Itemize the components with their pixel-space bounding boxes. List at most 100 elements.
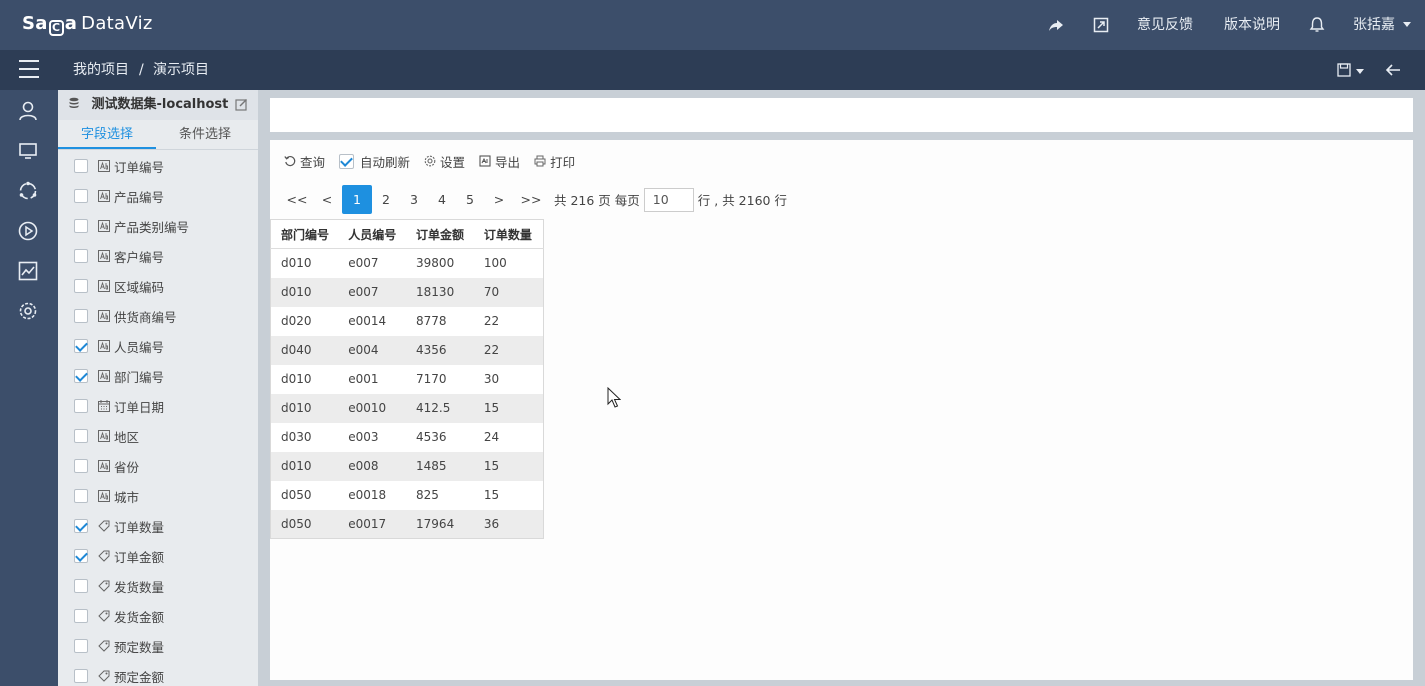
tab-field-select[interactable]: 字段选择 (58, 120, 156, 149)
auto-refresh-toggle[interactable]: 自动刷新 (339, 152, 410, 171)
pagination: << < 1 2 3 4 5 > >> 共 216 页 每页 10 行 , 共 … (282, 185, 787, 214)
feedback-link[interactable]: 意见反馈 (1137, 0, 1193, 50)
table-row[interactable]: d010 e007 18130 70 (270, 277, 544, 307)
release-notes-link[interactable]: 版本说明 (1224, 0, 1280, 50)
column-header[interactable]: 订单金额 (406, 219, 474, 249)
column-header[interactable]: 人员编号 (338, 219, 407, 249)
save-icon[interactable] (1337, 63, 1351, 77)
table-cell: 1485 (406, 451, 474, 481)
breadcrumb-root[interactable]: 我的项目 (73, 50, 129, 90)
panel-splitter[interactable] (258, 90, 264, 686)
table-row[interactable]: d050 e0018 825 15 (271, 481, 544, 510)
field-checkbox[interactable] (74, 459, 88, 473)
page-4-button[interactable]: 4 (428, 185, 456, 214)
text-icon (98, 190, 110, 202)
page-size-input[interactable]: 10 (643, 187, 694, 212)
field-checkbox[interactable] (74, 159, 88, 173)
field-item[interactable]: 发货金额 (58, 601, 258, 631)
field-item[interactable]: 省份 (58, 451, 258, 481)
table-cell: 4356 (406, 335, 474, 365)
settings-button[interactable]: 设置 (424, 152, 465, 171)
field-item[interactable]: 预定金额 (58, 661, 258, 686)
field-label: 预定金额 (114, 669, 165, 685)
user-menu[interactable]: 张括嘉 (1353, 0, 1412, 50)
monitor-icon[interactable] (17, 140, 39, 162)
table-row[interactable]: d010 e0010 412.5 15 (270, 393, 544, 423)
menu-toggle-icon[interactable] (19, 60, 39, 80)
bell-icon[interactable] (1308, 16, 1326, 34)
user-icon[interactable] (17, 100, 39, 122)
field-item[interactable]: 产品类别编号 (58, 211, 258, 241)
field-item[interactable]: 供货商编号 (58, 301, 258, 331)
field-checkbox[interactable] (74, 669, 88, 683)
field-item[interactable]: 订单编号 (58, 151, 258, 181)
edit-icon[interactable] (235, 98, 248, 111)
auto-refresh-checkbox[interactable] (339, 153, 355, 169)
field-checkbox[interactable] (74, 489, 88, 503)
table-row[interactable]: d020 e0014 8778 22 (271, 307, 544, 336)
field-checkbox[interactable] (74, 219, 88, 233)
field-checkbox[interactable] (74, 519, 88, 533)
export-button[interactable]: 导出 (479, 152, 520, 171)
back-arrow-icon[interactable] (1384, 61, 1402, 79)
field-checkbox[interactable] (74, 429, 88, 443)
page-5-button[interactable]: 5 (456, 185, 484, 214)
field-checkbox[interactable] (74, 309, 88, 323)
field-item[interactable]: 区域编码 (58, 271, 258, 301)
save-menu-caret-icon[interactable] (1356, 69, 1364, 74)
field-checkbox[interactable] (74, 399, 88, 413)
field-item[interactable]: 发货数量 (58, 571, 258, 601)
field-checkbox[interactable] (74, 609, 88, 623)
field-item[interactable]: 人员编号 (58, 331, 258, 361)
page-1-button[interactable]: 1 (342, 185, 372, 214)
chart-icon[interactable] (17, 260, 39, 282)
column-header[interactable]: 部门编号 (270, 219, 339, 249)
export-icon (479, 155, 491, 167)
prev-page-button[interactable]: < (312, 185, 342, 214)
field-item[interactable]: 城市 (58, 481, 258, 511)
share-icon[interactable] (1047, 16, 1065, 34)
external-edit-icon[interactable] (1092, 16, 1110, 34)
field-item[interactable]: 预定数量 (58, 631, 258, 661)
play-icon[interactable] (17, 220, 39, 242)
table-cell: d040 (270, 335, 339, 365)
field-checkbox[interactable] (74, 579, 88, 593)
field-checkbox[interactable] (74, 339, 88, 353)
page-3-button[interactable]: 3 (400, 185, 428, 214)
field-item[interactable]: 订单数量 (58, 511, 258, 541)
last-page-button[interactable]: >> (514, 185, 548, 214)
field-checkbox[interactable] (74, 639, 88, 653)
field-checkbox[interactable] (74, 369, 88, 383)
logo-text-b: a (64, 13, 78, 34)
field-checkbox[interactable] (74, 279, 88, 293)
field-checkbox[interactable] (74, 249, 88, 263)
table-row[interactable]: d030 e003 4536 24 (271, 423, 544, 452)
table-row[interactable]: d010 e007 39800 100 (271, 249, 544, 278)
field-item[interactable]: 部门编号 (58, 361, 258, 391)
print-button[interactable]: 打印 (534, 152, 575, 171)
column-header[interactable]: 订单数量 (473, 219, 544, 249)
table-cell: e008 (338, 451, 407, 481)
field-item[interactable]: 地区 (58, 421, 258, 451)
field-label: 客户编号 (114, 249, 165, 265)
page-2-button[interactable]: 2 (372, 185, 400, 214)
field-item[interactable]: 订单金额 (58, 541, 258, 571)
tag-icon (98, 610, 110, 622)
query-button[interactable]: 查询 (284, 152, 325, 171)
first-page-button[interactable]: << (282, 185, 312, 214)
settings-gear-icon[interactable] (17, 300, 39, 322)
table-row[interactable]: d010 e008 1485 15 (270, 451, 544, 481)
tab-condition-select[interactable]: 条件选择 (156, 120, 254, 149)
table-row[interactable]: d010 e001 7170 30 (271, 365, 544, 394)
filter-strip (270, 98, 1413, 132)
field-item[interactable]: 产品编号 (58, 181, 258, 211)
field-item[interactable]: 客户编号 (58, 241, 258, 271)
next-page-button[interactable]: > (484, 185, 514, 214)
table-row[interactable]: d040 e004 4356 22 (270, 335, 544, 365)
table-row[interactable]: d050 e0017 17964 36 (270, 509, 544, 539)
field-item[interactable]: 订单日期 (58, 391, 258, 421)
cycle-icon[interactable] (17, 180, 39, 202)
app-logo[interactable]: Sa Ca DataViz (22, 13, 153, 36)
field-checkbox[interactable] (74, 189, 88, 203)
field-checkbox[interactable] (74, 549, 88, 563)
